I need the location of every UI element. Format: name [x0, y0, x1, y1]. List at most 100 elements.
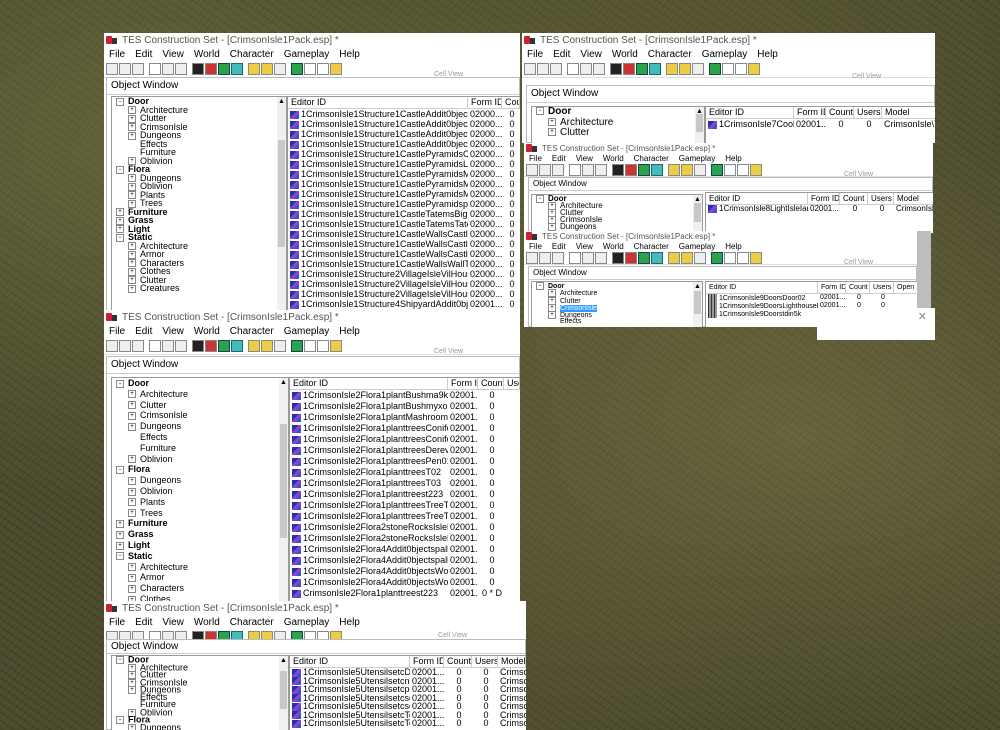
leaf-icon[interactable]	[709, 63, 721, 75]
menu-help[interactable]: Help	[725, 154, 741, 163]
list-item[interactable]: 1CrimsonIsle1Structure1CastlePyramidsLig…	[288, 159, 520, 169]
redo-icon[interactable]	[595, 252, 607, 264]
list-item[interactable]: 1CrimsonIsle1Structure2VillageIsleVilHou…	[288, 289, 520, 299]
preferences-icon[interactable]	[567, 63, 579, 75]
snap-icon[interactable]	[694, 164, 706, 176]
expand-icon[interactable]: +	[128, 498, 136, 507]
undo-icon[interactable]	[582, 164, 594, 176]
menu-character[interactable]: Character	[230, 49, 274, 60]
column-header-count[interactable]: Count	[840, 193, 868, 204]
column-header-users[interactable]: Users	[854, 107, 882, 118]
search-icon[interactable]	[304, 340, 316, 352]
grid-icon[interactable]	[192, 63, 204, 75]
tree-node-clutter[interactable]: + Clutter	[532, 127, 704, 139]
list-item[interactable]: 1CrimsonIsle5Utensilsetcseti 02001... 0 0 Cr…	[290, 694, 526, 702]
light-bulb-icon[interactable]	[681, 252, 693, 264]
redo-icon[interactable]	[175, 63, 187, 75]
list-item[interactable]: 1CrimsonIsle1Structure1CastleAddit0bject…	[288, 109, 520, 119]
tree-node-architecture[interactable]: + Architecture	[112, 662, 288, 672]
column-header-model[interactable]: Model	[498, 656, 526, 667]
tree-node-dungeons[interactable]: + Dungeons	[112, 685, 288, 694]
snap-icon[interactable]	[274, 63, 286, 75]
column-header-editor-id[interactable]: Editor ID	[706, 107, 794, 118]
menu-character[interactable]: Character	[634, 154, 669, 163]
menu-file[interactable]: File	[109, 326, 125, 337]
list-item[interactable]: 1CrimsonIsle2Flora2stoneRocksIsleRifi010…	[290, 522, 520, 533]
menu-file[interactable]: File	[109, 617, 125, 628]
expand-icon[interactable]: +	[128, 259, 136, 268]
column-header-users[interactable]: Users	[472, 656, 498, 667]
new-icon[interactable]	[526, 252, 538, 264]
object-list[interactable]: Editor IDForm IDCountUsersModel1CrimsonI…	[705, 106, 935, 143]
list-item[interactable]: 1CrimsonIsle1Structure1CastleTatemsTatem…	[288, 219, 520, 229]
collapse-icon[interactable]: −	[116, 97, 124, 106]
column-header-model[interactable]: Model	[882, 107, 935, 118]
tree-node-armor[interactable]: + Armor	[112, 572, 288, 583]
tree-node-dungeons[interactable]: + Dungeons	[112, 131, 286, 140]
construction-set-window-1[interactable]: TES Construction Set - [CrimsonIsle1Pack…	[104, 33, 520, 311]
expand-icon[interactable]: +	[128, 487, 136, 496]
tree-node-oblivion[interactable]: + Oblivion	[112, 454, 288, 465]
search-icon[interactable]	[724, 164, 736, 176]
landscape-icon[interactable]	[649, 63, 661, 75]
tree-node-furniture[interactable]: Furniture	[112, 443, 288, 454]
menu-view[interactable]: View	[162, 617, 184, 628]
column-header-editor-id[interactable]: Editor ID	[706, 282, 818, 293]
preferences-icon[interactable]	[569, 164, 581, 176]
collapse-icon[interactable]: −	[116, 233, 124, 242]
tree-node-dungeons[interactable]: + Dungeons	[112, 421, 288, 432]
menu-gameplay[interactable]: Gameplay	[702, 49, 748, 60]
collapse-icon[interactable]: −	[116, 165, 124, 174]
collapse-icon[interactable]: −	[116, 552, 124, 561]
object-category-tree[interactable]: − Door + Architecture + Clutter + CrimsonIsle + D…	[111, 377, 289, 606]
list-item[interactable]: 1CrimsonIsle5UtensilsetcDexCHalka02001..…	[290, 668, 526, 677]
menu-edit[interactable]: Edit	[135, 49, 152, 60]
scroll-thumb[interactable]	[694, 291, 701, 315]
undo-icon[interactable]	[582, 252, 594, 264]
lighting-icon[interactable]	[666, 63, 678, 75]
expand-icon[interactable]: +	[128, 573, 136, 582]
tree-node-clutter[interactable]: + Clutter	[112, 275, 286, 285]
search-icon[interactable]	[722, 63, 734, 75]
expand-icon[interactable]: +	[128, 284, 136, 293]
menu-view[interactable]: View	[580, 49, 602, 60]
column-header-users[interactable]: Users	[870, 282, 894, 293]
expand-icon[interactable]: +	[548, 128, 556, 137]
column-header-editor-id[interactable]: Editor ID	[290, 378, 448, 389]
object-list[interactable]: Editor IDForm IDCountUsers1CrimsonIsle2F…	[289, 377, 520, 606]
expand-icon[interactable]: +	[548, 223, 556, 231]
light-bulb-icon[interactable]	[679, 63, 691, 75]
collapse-icon[interactable]: −	[116, 466, 124, 474]
list-item[interactable]: 1CrimsonIsle1Structure2VillageIsleVilHou…	[288, 279, 520, 289]
menu-gameplay[interactable]: Gameplay	[679, 242, 715, 251]
menu-edit[interactable]: Edit	[552, 242, 566, 251]
list-item[interactable]: 1CrimsonIsle2Flora1planttreesT02 02001...…	[290, 467, 520, 478]
title-bar[interactable]: TES Construction Set - [CrimsonIsle1Pack…	[104, 601, 526, 615]
tree-node-door[interactable]: − Door	[532, 195, 702, 203]
new-icon[interactable]	[106, 63, 118, 75]
expand-icon[interactable]: +	[128, 509, 136, 518]
object-list[interactable]: Editor IDForm IDCountUsersModel1CrimsonI…	[705, 192, 933, 233]
column-header-form-id[interactable]: Form ID	[808, 193, 840, 204]
column-header-form-id[interactable]: Form ID	[818, 282, 846, 293]
scroll-up-icon[interactable]: ▲	[280, 379, 287, 386]
render-icon[interactable]	[638, 252, 650, 264]
preferences-icon[interactable]	[149, 63, 161, 75]
render-icon[interactable]	[638, 164, 650, 176]
list-item[interactable]: 1CrimsonIsle1Structure2VillageIsleVilHou…	[288, 269, 520, 279]
menu-character[interactable]: Character	[230, 326, 274, 337]
expand-icon[interactable]: +	[128, 422, 136, 431]
expand-icon[interactable]: +	[128, 584, 136, 593]
tree-scrollbar[interactable]: ▲	[279, 656, 288, 730]
tree-node-crimsonisle[interactable]: + CrimsonIsle	[112, 677, 288, 687]
scroll-thumb[interactable]	[280, 423, 287, 538]
tree-node-architecture[interactable]: + Architecture	[112, 562, 288, 573]
menu-file[interactable]: File	[109, 49, 125, 60]
save-icon[interactable]	[132, 63, 144, 75]
column-header-open[interactable]: Open	[894, 282, 917, 293]
column-header-form-id[interactable]: Form ID	[794, 107, 826, 118]
save-icon[interactable]	[550, 63, 562, 75]
list-item[interactable]: 1CrimsonIsle2Flora1plantMashroomMashroom…	[290, 412, 520, 423]
pencil-icon[interactable]	[750, 164, 762, 176]
list-item[interactable]: 1CrimsonIsle9DoorsDoor02 02001... 0 0	[706, 294, 917, 302]
